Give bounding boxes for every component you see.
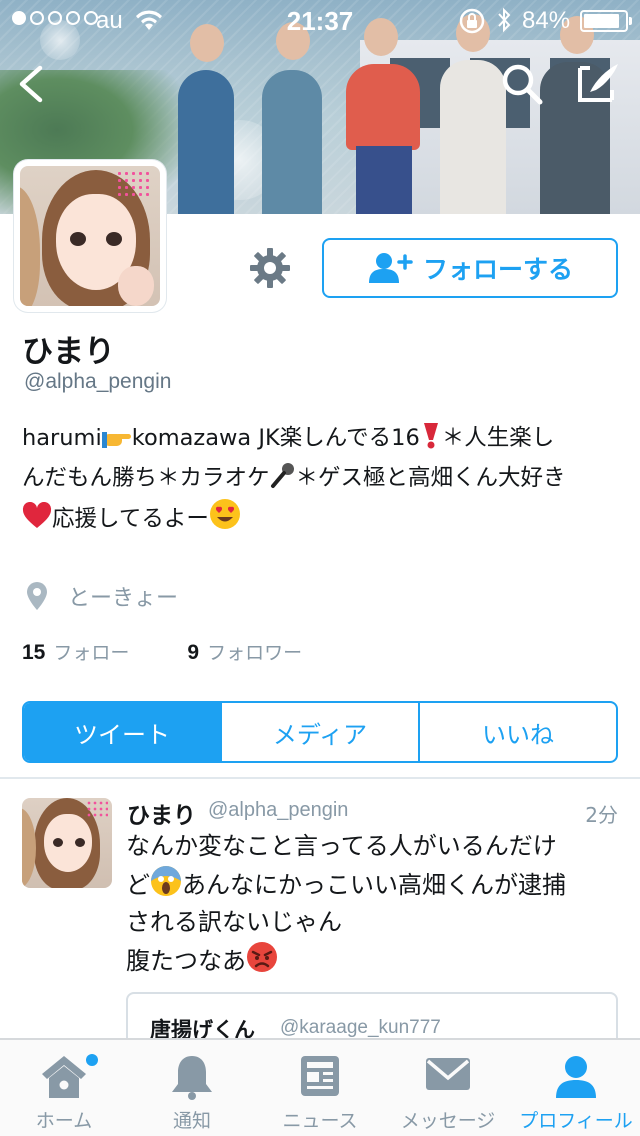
bio-text: 応援してるよー xyxy=(52,506,209,532)
bio-text: harumi xyxy=(22,425,102,451)
follow-counts: 15 フォロー 9 フォロワー xyxy=(22,638,302,665)
tweet-author-name: ひまり xyxy=(127,803,196,829)
tweet-timestamp: 2分 xyxy=(585,803,618,827)
profile-handle: @alpha_pengin xyxy=(24,370,172,393)
location-pin-icon xyxy=(27,582,47,610)
bio-text: んだもん勝ち＊カラオケ xyxy=(22,465,270,491)
screaming-face-emoji-icon xyxy=(151,866,181,896)
following-label: フォロー xyxy=(53,642,130,664)
home-icon xyxy=(42,1056,86,1098)
tweet-line: ど xyxy=(126,871,150,899)
tweet-line: なんか変なこと言ってる人がいるんだけ xyxy=(126,832,557,860)
tabbar-notifications[interactable]: 通知 xyxy=(128,1040,256,1136)
bluetooth-icon xyxy=(498,7,511,33)
following-number: 15 xyxy=(22,641,46,664)
followers-label: フォロワー xyxy=(207,642,303,664)
add-user-icon xyxy=(368,253,413,283)
back-icon[interactable] xyxy=(12,62,52,106)
section-divider xyxy=(0,777,640,779)
profile-tabs: ツイート メディア いいね xyxy=(22,701,618,763)
angry-face-emoji-icon xyxy=(247,942,277,972)
bell-icon xyxy=(172,1056,212,1100)
tabbar-label: プロフィール xyxy=(519,1110,633,1132)
status-bar: au 21:37 84% xyxy=(0,0,640,40)
display-name: ひまり xyxy=(22,334,115,370)
bio-text: ＊ゲス極と高畑くん大好き xyxy=(295,465,566,491)
tab-likes[interactable]: いいね xyxy=(418,703,616,761)
tabbar-label: メッセージ xyxy=(400,1110,496,1132)
profile-bio: harumi komazawa JK楽しんでる16 ＊人生楽し んだもん勝ち＊カラオ… xyxy=(22,418,622,539)
home-notification-dot xyxy=(86,1054,98,1066)
tabbar-home[interactable]: ホーム xyxy=(0,1040,128,1136)
tabbar-label: ホーム xyxy=(35,1110,93,1132)
tweet-author-handle: @alpha_pengin xyxy=(208,799,349,821)
profile-icon xyxy=(556,1056,596,1098)
tabbar-profile[interactable]: プロフィール xyxy=(512,1040,640,1136)
location-text: とーきょー xyxy=(68,586,179,611)
message-icon xyxy=(426,1058,470,1090)
tweet-line: あんなにかっこいい高畑くんが逮捕 xyxy=(182,871,566,899)
heart-eyes-emoji-icon xyxy=(209,499,240,529)
quoted-author-handle: @karaage_kun777 xyxy=(280,1017,441,1038)
gear-icon[interactable] xyxy=(248,246,292,290)
followers-count[interactable]: 9 フォロワー xyxy=(187,638,302,665)
bottom-tab-bar: ホーム 通知 ニュース メッセージ プロフィール xyxy=(0,1038,640,1136)
bio-text: komazawa JK楽しんでる16 xyxy=(131,425,420,451)
rotation-lock-icon xyxy=(459,8,485,34)
follow-button[interactable]: フォローする xyxy=(322,238,618,298)
pointing-hand-emoji-icon xyxy=(101,432,131,448)
battery-percent: 84% xyxy=(522,7,571,34)
battery-icon xyxy=(580,10,632,32)
tabbar-news[interactable]: ニュース xyxy=(256,1040,384,1136)
tweet-text: なんか変なこと言ってる人がいるんだけ ど あんなにかっこいい高畑くんが逮捕 される… xyxy=(126,828,622,980)
search-icon[interactable] xyxy=(498,60,546,108)
microphone-emoji-icon xyxy=(270,463,294,488)
following-count[interactable]: 15 フォロー xyxy=(22,638,129,665)
avatar-photo xyxy=(20,166,160,306)
tweet-line: される訳ないじゃん xyxy=(126,908,342,936)
bio-text: ＊人生楽し xyxy=(441,425,555,451)
followers-number: 9 xyxy=(187,641,200,664)
tab-media[interactable]: メディア xyxy=(220,703,418,761)
tabbar-label: 通知 xyxy=(172,1110,211,1132)
tabbar-label: ニュース xyxy=(282,1110,358,1132)
exclamation-emoji-icon xyxy=(423,423,438,449)
tabbar-messages[interactable]: メッセージ xyxy=(384,1040,512,1136)
tweet-line: 腹たつなあ xyxy=(126,947,246,975)
tab-tweets[interactable]: ツイート xyxy=(24,703,220,761)
profile-location: とーきょー xyxy=(26,580,178,612)
follow-button-label: フォローする xyxy=(422,255,573,284)
compose-icon[interactable] xyxy=(574,58,622,106)
profile-avatar[interactable] xyxy=(14,160,166,312)
tweet-avatar[interactable] xyxy=(22,798,112,888)
news-icon xyxy=(301,1056,339,1096)
heart-emoji-icon xyxy=(22,502,52,528)
